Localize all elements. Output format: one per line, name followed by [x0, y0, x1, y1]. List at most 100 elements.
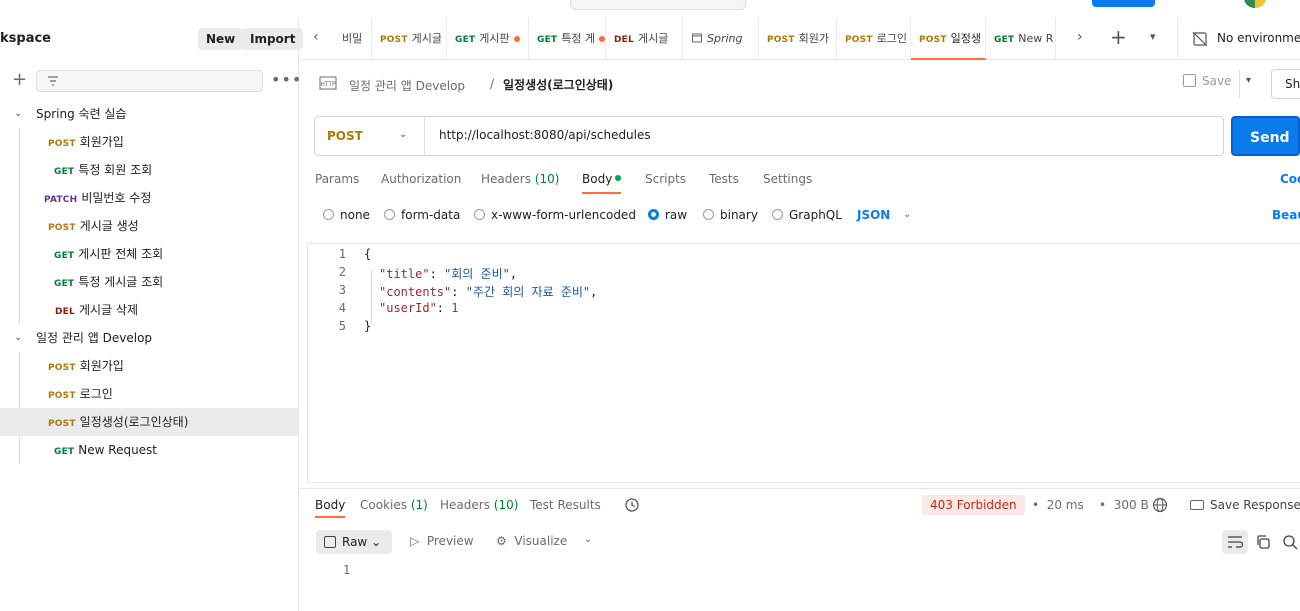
- radio-raw[interactable]: raw: [648, 208, 687, 222]
- tree-request-item[interactable]: POST 게시글 생성: [0, 212, 298, 240]
- beautify-button[interactable]: Beau: [1272, 208, 1300, 222]
- request-tab[interactable]: GET New R: [986, 18, 1056, 60]
- request-tab[interactable]: GET 특정 게: [529, 18, 606, 60]
- tab-body[interactable]: Body: [582, 172, 622, 194]
- tree-request-item[interactable]: PATCH 비밀번호 수정: [0, 184, 298, 212]
- tab-scripts[interactable]: Scripts: [645, 172, 686, 186]
- radio-urlencoded[interactable]: x-www-form-urlencoded: [474, 208, 636, 222]
- url-input[interactable]: http://localhost:8080/api/schedules: [439, 128, 651, 142]
- chevron-down-icon: ⌄: [14, 332, 23, 343]
- tab-settings[interactable]: Settings: [763, 172, 812, 186]
- response-line-number: 1: [343, 563, 351, 577]
- tree-request-item[interactable]: GET New Request: [0, 436, 298, 464]
- tree-request-item[interactable]: GET 게시판 전체 조회: [0, 240, 298, 268]
- pane-resize-handle[interactable]: [299, 488, 1300, 489]
- radio-circle: [384, 209, 395, 220]
- tab-params[interactable]: Params: [315, 172, 359, 186]
- tab-name: Spring: [707, 32, 743, 45]
- method-badge: POST: [767, 35, 795, 45]
- tree-request-item[interactable]: GET 특정 회원 조회: [0, 156, 298, 184]
- request-tab[interactable]: DEL 게시글: [606, 18, 683, 60]
- method-badge: DEL: [55, 307, 75, 317]
- chevron-down-icon[interactable]: ⌄: [903, 209, 911, 220]
- unsaved-dot: [513, 36, 520, 42]
- radio-label: none: [340, 208, 370, 222]
- request-tab[interactable]: POST 회원가: [759, 18, 837, 60]
- format-raw-select[interactable]: Raw ⌄: [316, 530, 392, 554]
- chevron-right-icon[interactable]: ›: [1077, 29, 1083, 45]
- request-tab[interactable]: Spring: [683, 18, 759, 60]
- avatar[interactable]: [1244, 0, 1266, 8]
- tree-request-item[interactable]: POST 회원가입: [0, 352, 298, 380]
- radio-none[interactable]: none: [323, 208, 370, 222]
- tab-response-cookies[interactable]: Cookies (1): [360, 498, 428, 512]
- save-button[interactable]: Save: [1183, 74, 1231, 88]
- status-badge[interactable]: 403 Forbidden: [922, 495, 1025, 515]
- tab-headers[interactable]: Headers (10): [481, 172, 559, 186]
- chevron-down-icon[interactable]: ⌄: [584, 534, 592, 545]
- request-name: 게시판 전체 조회: [78, 247, 164, 261]
- preview-button[interactable]: ▷ Preview: [410, 534, 474, 548]
- radio-graphql[interactable]: GraphQL: [772, 208, 842, 222]
- tree-request-item[interactable]: POST 로그인: [0, 380, 298, 408]
- globe-icon[interactable]: [1152, 497, 1168, 513]
- breadcrumb-request[interactable]: 일정생성(로그인상태): [503, 76, 613, 93]
- chevron-left-icon[interactable]: ‹: [313, 29, 319, 45]
- global-search-input[interactable]: [570, 0, 746, 10]
- history-icon[interactable]: [624, 497, 640, 513]
- collection-schedule-app[interactable]: ⌄ 일정 관리 앱 Develop: [0, 324, 298, 352]
- import-button[interactable]: Import: [242, 28, 304, 50]
- chevron-down-icon[interactable]: ▾: [1246, 75, 1251, 86]
- tab-test-results[interactable]: Test Results: [530, 498, 601, 512]
- request-tab[interactable]: POST 게시글: [372, 18, 447, 60]
- method-badge: GET: [994, 35, 1015, 45]
- language-select[interactable]: JSON: [857, 208, 890, 222]
- tab-authorization[interactable]: Authorization: [381, 172, 461, 186]
- add-icon[interactable]: +: [12, 71, 27, 89]
- method-select[interactable]: POST ⌄: [315, 117, 425, 155]
- tree-request-item[interactable]: POST 회원가입: [0, 128, 298, 156]
- tab-tests[interactable]: Tests: [709, 172, 739, 186]
- breadcrumb-collection[interactable]: 일정 관리 앱 Develop: [349, 77, 465, 94]
- tab-name: New R: [1018, 32, 1054, 45]
- copy-icon[interactable]: [1255, 534, 1271, 550]
- chevron-down-icon: ⌄: [399, 129, 408, 140]
- radio-circle-selected: [648, 209, 659, 220]
- tab-response-body[interactable]: Body: [315, 498, 346, 518]
- method-badge: POST: [48, 419, 76, 429]
- save-response-button[interactable]: Save Response: [1190, 498, 1300, 512]
- new-tab-icon[interactable]: +: [1110, 25, 1127, 49]
- request-tab[interactable]: POST 로그인: [837, 18, 911, 60]
- tab-response-headers[interactable]: Headers (10): [440, 498, 518, 512]
- tree-request-item[interactable]: DEL 게시글 삭제: [0, 296, 298, 324]
- response-tabs: Body Cookies (1) Headers (10) Test Resul…: [314, 494, 1300, 520]
- environment-selector[interactable]: No environment: [1177, 18, 1300, 60]
- send-button[interactable]: Send: [1231, 116, 1300, 156]
- wrap-lines-button[interactable]: [1222, 530, 1248, 554]
- cookies-link[interactable]: Coo: [1280, 172, 1300, 186]
- search-icon[interactable]: [1282, 534, 1298, 550]
- collection-spring[interactable]: ⌄ Spring 숙련 실습: [0, 100, 298, 128]
- share-button[interactable]: Sh: [1271, 69, 1300, 99]
- request-tab[interactable]: GET 게시판: [447, 18, 529, 60]
- tree-request-item-selected[interactable]: POST 일정생성(로그인상태): [0, 408, 298, 436]
- json-key: "title": [379, 267, 430, 281]
- request-tab-active[interactable]: POST 일정생: [911, 18, 986, 60]
- more-options-icon[interactable]: •••: [271, 70, 302, 89]
- visualize-button[interactable]: ⚙ Visualize: [496, 534, 567, 548]
- workspace-title[interactable]: kspace: [0, 31, 51, 46]
- upgrade-button[interactable]: [1092, 0, 1155, 7]
- radio-label: x-www-form-urlencoded: [491, 208, 636, 222]
- tab-label: Headers: [481, 172, 531, 186]
- chevron-down-icon[interactable]: ▾: [1150, 30, 1156, 43]
- filter-input[interactable]: [36, 70, 263, 92]
- radio-form-data[interactable]: form-data: [384, 208, 460, 222]
- new-button[interactable]: New: [198, 28, 244, 50]
- body-editor[interactable]: 1 { 2 "title": "회의 준비", 3 "contents": "주…: [307, 243, 1300, 483]
- headers-count: (10): [534, 172, 560, 186]
- save-icon: [1183, 74, 1196, 87]
- radio-binary[interactable]: binary: [703, 208, 758, 222]
- request-tab[interactable]: 비밀: [334, 18, 372, 60]
- method-value: POST: [327, 129, 363, 143]
- tree-request-item[interactable]: GET 특정 게시글 조회: [0, 268, 298, 296]
